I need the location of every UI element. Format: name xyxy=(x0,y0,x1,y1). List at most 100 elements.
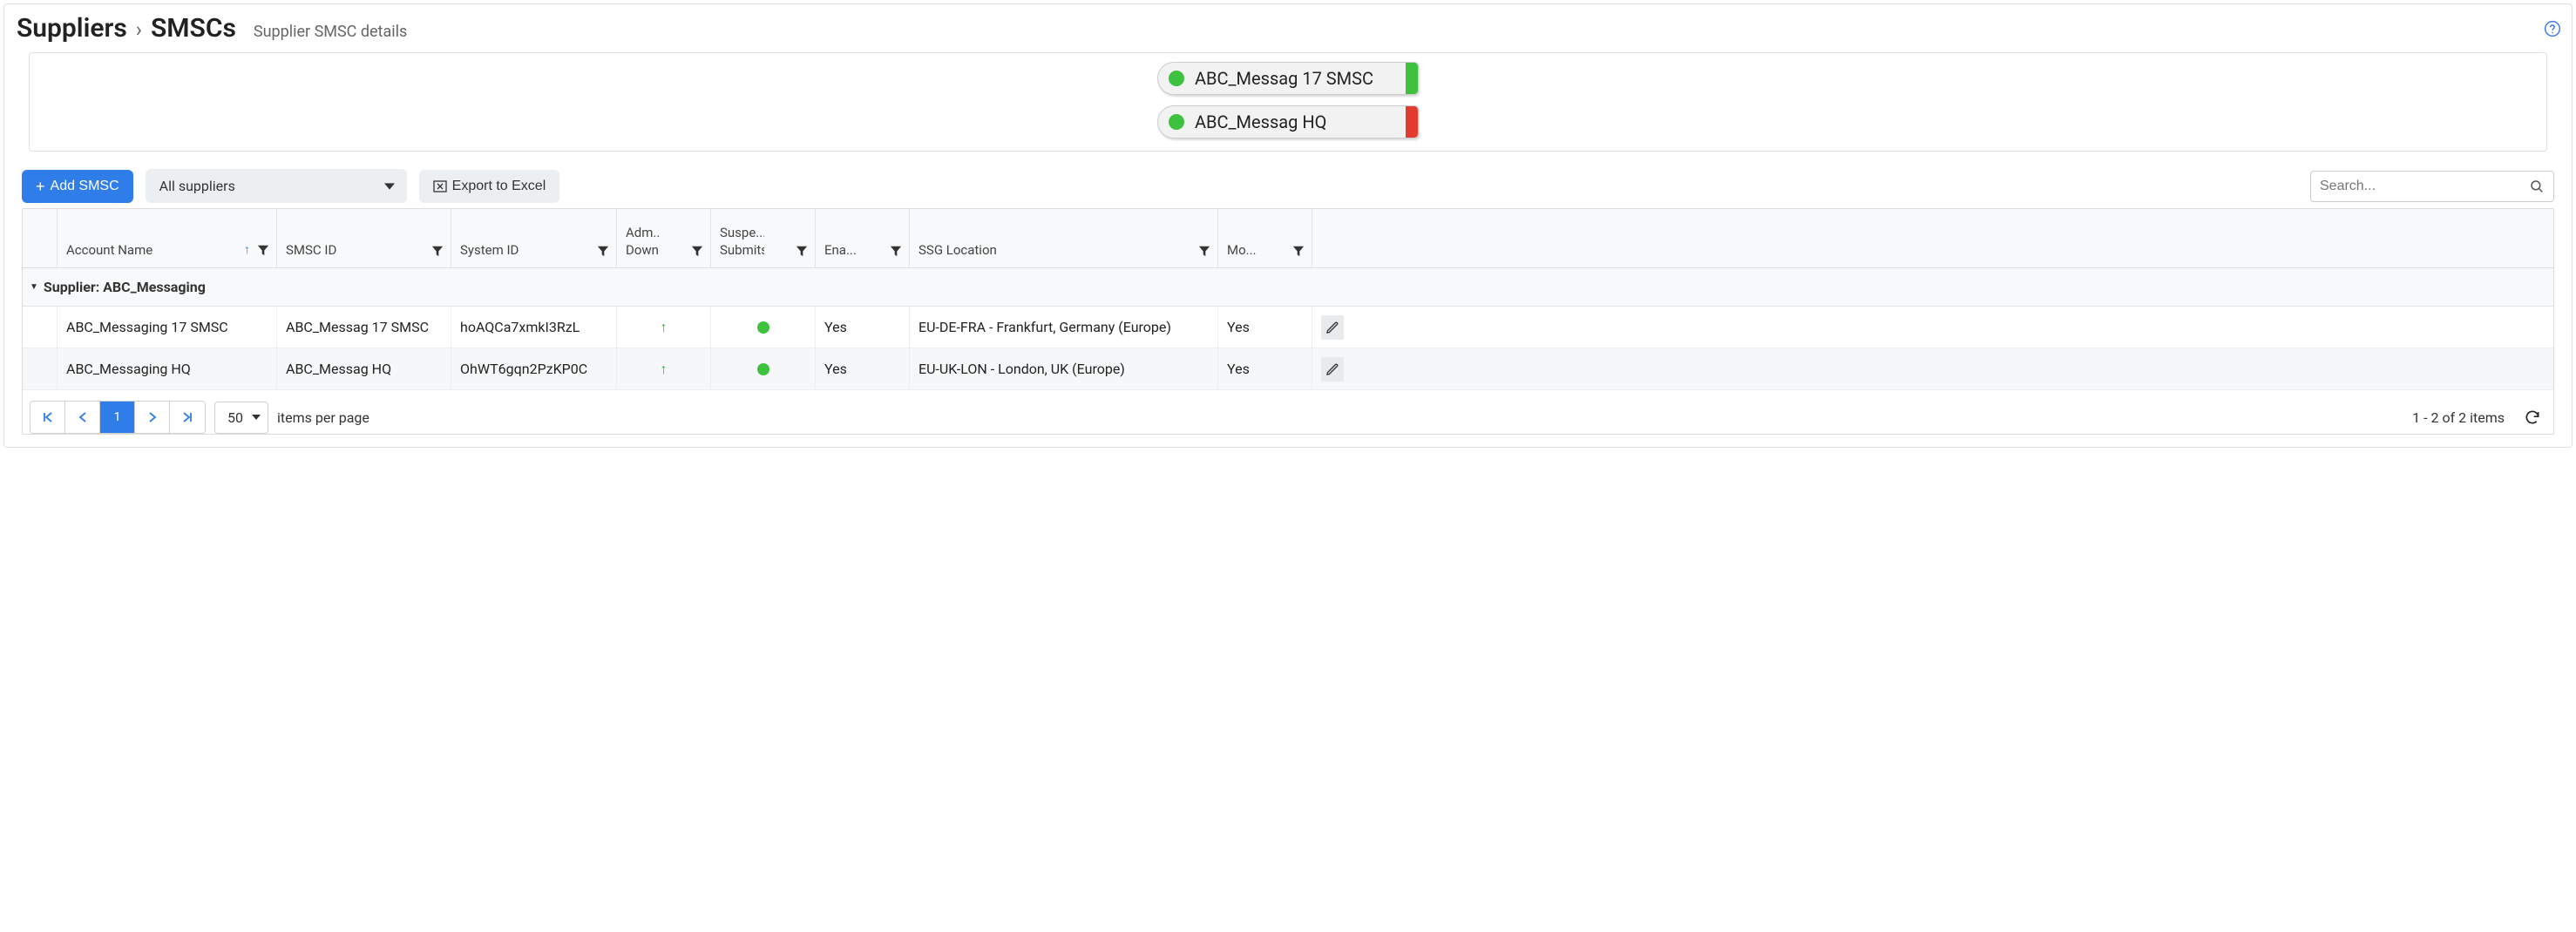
page-subtitle: Supplier SMSC details xyxy=(254,23,407,41)
export-excel-button[interactable]: Export to Excel xyxy=(419,170,560,203)
col-header-enabled[interactable]: Ena... xyxy=(816,209,910,267)
col-header-cor[interactable]: Cor xyxy=(1312,209,1352,267)
status-bar-icon xyxy=(1406,63,1418,94)
cell-smsc-id: ABC_Messag 17 SMSC xyxy=(277,307,451,348)
edit-button[interactable] xyxy=(1321,357,1344,382)
chevron-right-icon: › xyxy=(136,17,142,42)
cell-system-id: hoAQCa7xmkI3RzL xyxy=(451,307,617,348)
status-bar-icon xyxy=(1406,106,1418,138)
pager-buttons: 1 xyxy=(30,401,206,434)
breadcrumb: Suppliers › SMSCs Supplier SMSC details xyxy=(17,13,2559,52)
cell-adm-down: ↑ xyxy=(617,307,711,348)
col-header-mo[interactable]: Mo... xyxy=(1218,209,1312,267)
cell-suspend xyxy=(711,348,816,389)
status-dot-icon xyxy=(757,363,769,375)
status-dot-icon xyxy=(1169,114,1184,130)
col-label: Suspe... Submits xyxy=(720,225,764,259)
filter-icon[interactable] xyxy=(796,245,808,257)
filter-icon[interactable] xyxy=(691,245,703,257)
group-label: Supplier: ABC_Messaging xyxy=(44,279,206,295)
filter-icon[interactable] xyxy=(597,245,609,257)
cell-ssg: EU-DE-FRA - Frankfurt, Germany (Europe) xyxy=(910,307,1218,348)
cell-mo: Yes xyxy=(1218,348,1312,389)
edit-button[interactable] xyxy=(1321,315,1344,340)
refresh-button[interactable] xyxy=(2518,403,2546,431)
search-input-wrap xyxy=(2310,171,2554,202)
up-arrow-icon: ↑ xyxy=(661,361,668,378)
cell-system-id: OhWT6gqn2PzKP0C xyxy=(451,348,617,389)
plus-icon: + xyxy=(36,179,45,194)
filter-icon[interactable] xyxy=(1292,245,1305,257)
status-pill-label: ABC_Messag HQ xyxy=(1195,111,1406,132)
status-dot-icon xyxy=(1169,71,1184,86)
cell-edit xyxy=(1312,307,1352,348)
col-header-expander xyxy=(23,209,58,267)
supplier-filter-value: All suppliers xyxy=(159,178,235,194)
help-icon[interactable] xyxy=(2544,20,2561,37)
col-label: SMSC ID xyxy=(286,242,336,260)
col-header-ssg-location[interactable]: SSG Location xyxy=(910,209,1218,267)
search-icon[interactable] xyxy=(2529,179,2545,194)
pager-range-label: 1 - 2 of 2 items xyxy=(2412,409,2505,426)
grid-header: Account Name ↑ SMSC ID System ID xyxy=(23,209,2553,268)
status-pill[interactable]: ABC_Messag HQ xyxy=(1157,105,1419,138)
cell-enabled: Yes xyxy=(816,307,910,348)
table-row[interactable]: ABC_Messaging 17 SMSC ABC_Messag 17 SMSC… xyxy=(23,307,2553,348)
up-arrow-icon: ↑ xyxy=(661,319,668,336)
search-input[interactable] xyxy=(2320,179,2529,194)
page-container: Suppliers › SMSCs Supplier SMSC details … xyxy=(3,3,2573,448)
add-smsc-button[interactable]: + Add SMSC xyxy=(22,170,133,203)
col-header-smsc-id[interactable]: SMSC ID xyxy=(277,209,451,267)
row-expander xyxy=(23,348,58,389)
supplier-filter-select[interactable]: All suppliers xyxy=(146,169,407,203)
caret-down-icon xyxy=(384,181,395,192)
cell-suspend xyxy=(711,307,816,348)
sort-asc-icon[interactable]: ↑ xyxy=(244,242,250,257)
filter-icon[interactable] xyxy=(431,245,444,257)
status-pill[interactable]: ABC_Messag 17 SMSC xyxy=(1157,62,1419,95)
col-label: Adm... Down xyxy=(626,225,660,259)
add-smsc-label: Add SMSC xyxy=(51,179,119,194)
cell-ssg: EU-UK-LON - London, UK (Europe) xyxy=(910,348,1218,389)
cell-account-name: ABC_Messaging HQ xyxy=(58,348,277,389)
caret-down-icon xyxy=(252,413,261,422)
export-label: Export to Excel xyxy=(452,179,546,194)
col-label: SSG Location xyxy=(919,242,997,260)
cell-adm-down: ↑ xyxy=(617,348,711,389)
cell-account-name: ABC_Messaging 17 SMSC xyxy=(58,307,277,348)
pager-page-current[interactable]: 1 xyxy=(100,402,135,433)
col-label: Mo... xyxy=(1227,242,1257,260)
status-pill-label: ABC_Messag 17 SMSC xyxy=(1195,68,1406,89)
col-header-system-id[interactable]: System ID xyxy=(451,209,617,267)
collapse-icon: ▼ xyxy=(30,282,38,292)
col-label: Account Name xyxy=(66,242,153,260)
filter-icon[interactable] xyxy=(257,244,269,256)
row-expander xyxy=(23,307,58,348)
status-dot-icon xyxy=(757,321,769,334)
toolbar: + Add SMSC All suppliers Export to Excel xyxy=(17,164,2559,208)
group-row[interactable]: ▼ Supplier: ABC_Messaging xyxy=(23,268,2553,307)
pager-last-button[interactable] xyxy=(170,402,205,433)
table-row[interactable]: ABC_Messaging HQ ABC_Messag HQ OhWT6gqn2… xyxy=(23,348,2553,390)
pager-next-button[interactable] xyxy=(135,402,170,433)
filter-icon[interactable] xyxy=(1198,245,1210,257)
cell-smsc-id: ABC_Messag HQ xyxy=(277,348,451,389)
col-header-account-name[interactable]: Account Name ↑ xyxy=(58,209,277,267)
col-label: Ena... xyxy=(824,242,857,260)
cell-edit xyxy=(1312,348,1352,389)
status-panel: ABC_Messag 17 SMSC ABC_Messag HQ xyxy=(29,52,2547,152)
breadcrumb-smscs: SMSCs xyxy=(151,13,236,44)
col-label: System ID xyxy=(460,242,519,260)
pager: 1 50 items per page 1 - 2 of 2 items xyxy=(23,390,2553,434)
pager-page-size-value: 50 xyxy=(227,409,243,426)
col-header-suspend-submits[interactable]: Suspe... Submits xyxy=(711,209,816,267)
pager-page-size-select[interactable]: 50 xyxy=(214,402,268,434)
filter-icon[interactable] xyxy=(890,245,902,257)
pager-prev-button[interactable] xyxy=(65,402,100,433)
pager-per-page-label: items per page xyxy=(277,409,369,426)
pager-first-button[interactable] xyxy=(31,402,65,433)
excel-icon xyxy=(433,179,447,193)
breadcrumb-suppliers[interactable]: Suppliers xyxy=(17,13,127,44)
data-grid: Account Name ↑ SMSC ID System ID xyxy=(22,208,2554,435)
col-header-adm-down[interactable]: Adm... Down xyxy=(617,209,711,267)
